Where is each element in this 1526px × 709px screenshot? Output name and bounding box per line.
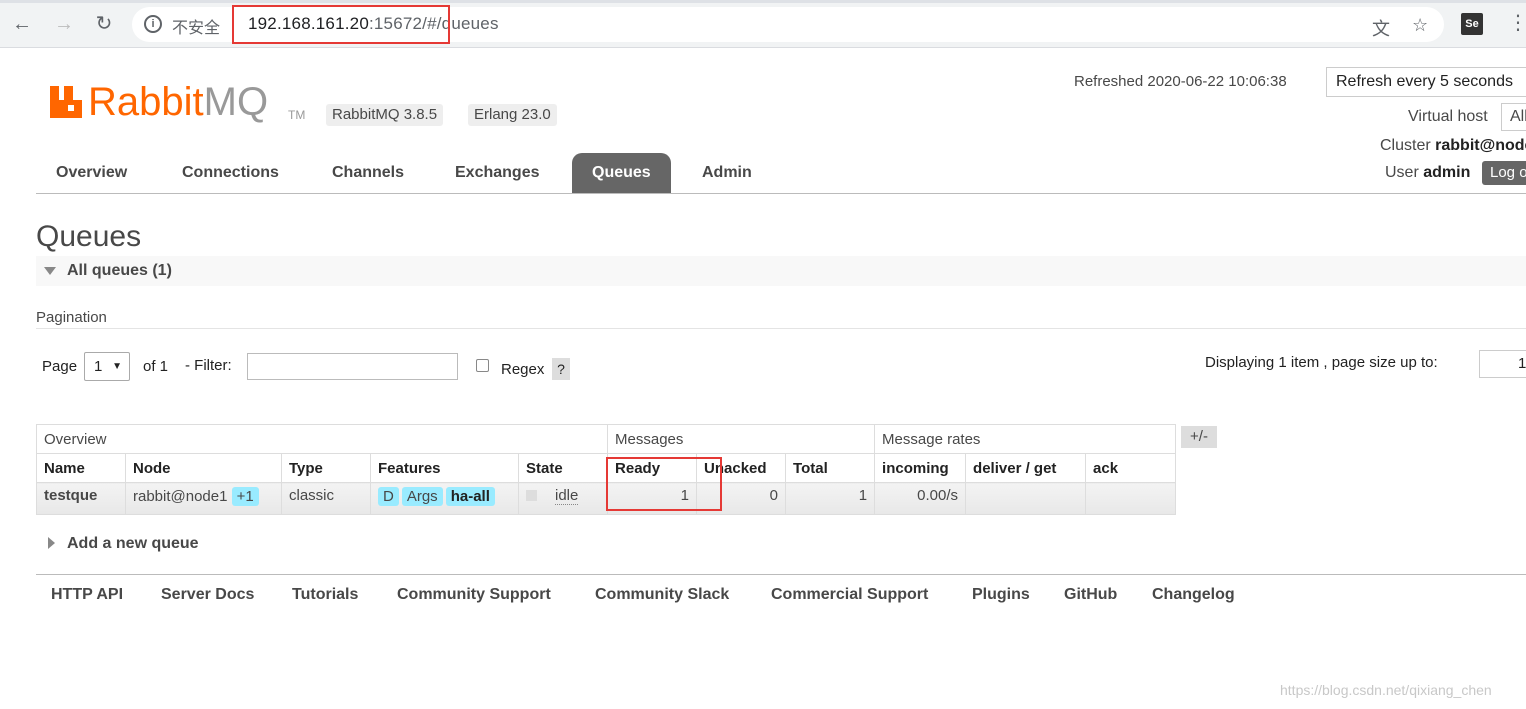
logo-text-rabbit: Rabbit — [88, 80, 204, 124]
pagination-label: Pagination — [36, 309, 107, 326]
regex-label: Regex — [501, 361, 545, 378]
logo-text: RabbitMQ — [88, 80, 268, 124]
node-mirror-badge: +1 — [231, 487, 259, 506]
logo-tm: TM — [288, 108, 306, 122]
footer-link-server-docs[interactable]: Server Docs — [161, 586, 254, 604]
cell-node: rabbit@node1 +1 — [125, 482, 282, 515]
star-icon[interactable]: ☆ — [1412, 15, 1428, 36]
col-state[interactable]: State — [517, 453, 609, 483]
queue-name-link[interactable]: testque — [36, 482, 126, 515]
cell-features: D Args ha-all — [370, 482, 519, 515]
displaying-label: Displaying 1 item , page size up to: — [1205, 354, 1438, 371]
state-text: idle — [555, 487, 579, 505]
cell-ack — [1085, 482, 1177, 515]
regex-checkbox[interactable] — [476, 359, 489, 372]
col-ack[interactable]: ack — [1085, 453, 1177, 483]
footer-link-commercial-support[interactable]: Commercial Support — [771, 586, 928, 604]
state-indicator-icon — [526, 490, 537, 501]
pagination-divider — [36, 328, 1526, 329]
footer-link-http-api[interactable]: HTTP API — [51, 586, 123, 604]
footer-divider — [36, 574, 1526, 575]
group-header-messages: Messages — [607, 424, 876, 454]
tab-queues[interactable]: Queues — [572, 153, 671, 193]
tab-overview[interactable]: Overview — [36, 153, 147, 193]
main-nav-tabs: Overview Connections Channels Exchanges … — [36, 153, 1526, 194]
cell-deliver-get — [965, 482, 1087, 515]
section-title: All queues (1) — [67, 262, 172, 279]
filter-input[interactable] — [247, 353, 458, 380]
footer-link-plugins[interactable]: Plugins — [972, 586, 1030, 604]
col-type[interactable]: Type — [281, 453, 371, 483]
cell-state: idle — [517, 482, 609, 515]
version-badge: RabbitMQ 3.8.5 — [326, 104, 444, 126]
group-header-overview: Overview — [35, 424, 609, 454]
footer-link-github[interactable]: GitHub — [1064, 586, 1117, 604]
refreshed-timestamp: Refreshed 2020-06-22 10:06:38 — [1074, 73, 1287, 90]
erlang-badge: Erlang 23.0 — [468, 104, 557, 126]
cell-total: 1 — [785, 482, 876, 515]
expand-triangle-icon[interactable] — [48, 537, 55, 549]
page-size-input[interactable]: 100 — [1479, 350, 1526, 378]
page-label: Page — [42, 358, 78, 375]
cell-incoming: 0.00/s — [874, 482, 967, 515]
col-deliver-get[interactable]: deliver / get — [965, 453, 1087, 483]
tab-exchanges[interactable]: Exchanges — [435, 153, 559, 193]
caret-down-icon: ▼ — [112, 361, 122, 372]
all-queues-section-header[interactable]: All queues (1) — [36, 256, 1526, 286]
rabbitmq-logo-icon — [50, 86, 82, 118]
page-select[interactable]: 1 ▼ — [84, 352, 130, 381]
footer-link-tutorials[interactable]: Tutorials — [292, 586, 358, 604]
page-select-value: 1 — [94, 358, 103, 375]
cluster-label: Cluster — [1380, 137, 1431, 154]
add-queue-toggle[interactable]: Add a new queue — [67, 535, 199, 553]
footer-link-community-slack[interactable]: Community Slack — [595, 586, 729, 604]
col-incoming[interactable]: incoming — [874, 453, 967, 483]
footer-link-changelog[interactable]: Changelog — [1152, 586, 1235, 604]
column-toggle-button[interactable]: +/- — [1181, 426, 1217, 448]
col-total[interactable]: Total — [785, 453, 876, 483]
info-icon[interactable]: i — [144, 15, 162, 33]
virtual-host-label: Virtual host — [1408, 108, 1488, 125]
browser-toolbar: ← → ↻ i 不安全 192.168.161.20:15672/#/queue… — [0, 0, 1526, 48]
node-name: rabbit@node1 — [133, 488, 228, 505]
refresh-interval-select[interactable]: Refresh every 5 seconds — [1326, 67, 1526, 97]
footer-link-community-support[interactable]: Community Support — [397, 586, 551, 604]
forward-arrow-icon[interactable]: → — [50, 10, 78, 38]
insecure-label: 不安全 — [172, 20, 221, 37]
col-node[interactable]: Node — [125, 453, 282, 483]
page-title: Queues — [36, 220, 142, 253]
regex-help-button[interactable]: ? — [552, 358, 570, 380]
col-name[interactable]: Name — [36, 453, 126, 483]
group-header-message-rates: Message rates — [874, 424, 1177, 454]
selenium-extension-icon[interactable]: Se — [1461, 13, 1483, 35]
watermark: https://blog.csdn.net/qixiang_chen — [1280, 682, 1492, 698]
col-features[interactable]: Features — [370, 453, 519, 483]
logo-text-mq: MQ — [203, 80, 269, 124]
ready-annotation-box — [606, 457, 722, 511]
reload-icon[interactable]: ↻ — [90, 10, 118, 38]
of-pages-label: of 1 — [143, 358, 169, 375]
tab-admin[interactable]: Admin — [682, 153, 772, 193]
collapse-triangle-icon — [44, 267, 56, 275]
cell-type: classic — [281, 482, 371, 515]
url-annotation-box — [232, 5, 450, 44]
tab-connections[interactable]: Connections — [162, 153, 299, 193]
cluster-value: rabbit@node1 — [1435, 137, 1526, 154]
tab-channels[interactable]: Channels — [312, 153, 424, 193]
back-arrow-icon[interactable]: ← — [8, 10, 36, 38]
feature-args-badge: Args — [401, 487, 443, 506]
tab-strip — [0, 0, 1526, 3]
filter-label: - Filter: — [185, 357, 232, 374]
translate-icon[interactable]: 文 — [1372, 15, 1390, 41]
feature-policy-badge[interactable]: ha-all — [445, 487, 495, 506]
feature-durable-badge: D — [378, 487, 399, 506]
menu-icon[interactable]: ⋮ — [1508, 10, 1526, 35]
virtual-host-select[interactable]: All — [1501, 103, 1526, 131]
